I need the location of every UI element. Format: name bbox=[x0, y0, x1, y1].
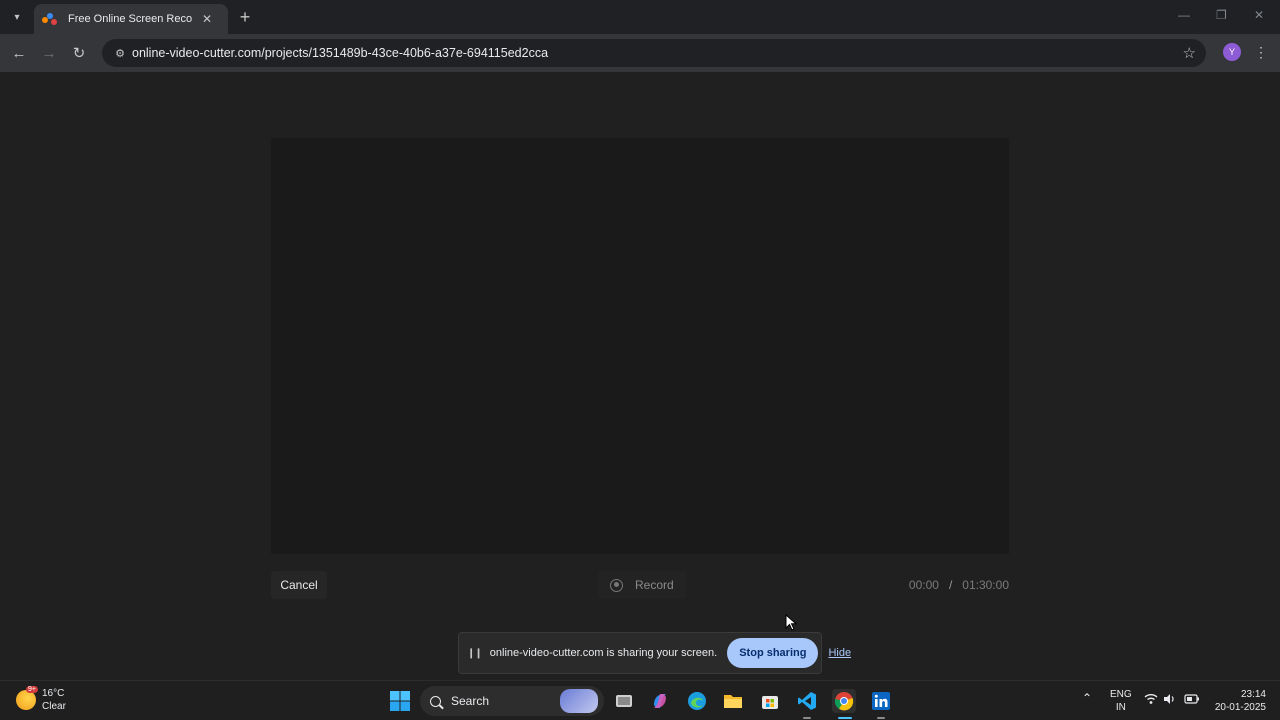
url-text: online-video-cutter.com/projects/1351489… bbox=[132, 46, 549, 60]
wifi-icon[interactable] bbox=[1144, 693, 1158, 709]
weather-widget[interactable]: 9+ 16°C Clear bbox=[16, 686, 66, 713]
search-highlight-icon bbox=[560, 689, 598, 713]
windows-start-icon[interactable] bbox=[388, 689, 412, 713]
clock-date: 20-01-2025 bbox=[1214, 702, 1266, 713]
window-close-icon[interactable]: ✕ bbox=[1254, 8, 1264, 22]
timer-separator: / bbox=[948, 578, 953, 592]
reload-icon[interactable]: ↻ bbox=[68, 42, 90, 64]
linkedin-running-indicator bbox=[877, 717, 885, 719]
linkedin-icon[interactable] bbox=[869, 689, 893, 713]
browser-tabstrip: ▾ Free Online Screen Recorder ✕ + — ❐ ✕ bbox=[0, 0, 1280, 34]
record-icon bbox=[610, 578, 623, 592]
cancel-button[interactable]: Cancel bbox=[271, 571, 327, 599]
restore-icon[interactable]: ❐ bbox=[1216, 8, 1227, 22]
chrome-icon[interactable] bbox=[832, 689, 856, 713]
site-info-icon[interactable]: ⚙ bbox=[112, 45, 128, 61]
hide-link[interactable]: Hide bbox=[828, 647, 851, 659]
screen-sharing-bar: ❙❙ online-video-cutter.com is sharing yo… bbox=[458, 632, 851, 674]
battery-icon[interactable] bbox=[1184, 693, 1200, 709]
file-explorer-icon[interactable] bbox=[721, 689, 745, 713]
clock-time: 23:14 bbox=[1240, 689, 1266, 700]
profile-avatar[interactable]: Y bbox=[1223, 43, 1241, 61]
search-icon bbox=[430, 695, 441, 707]
tab-search-menu-icon[interactable]: ▾ bbox=[6, 6, 28, 28]
vscode-running-indicator bbox=[803, 717, 811, 719]
task-view-icon[interactable] bbox=[612, 689, 636, 713]
new-tab-button[interactable]: + bbox=[234, 6, 256, 28]
chrome-active-indicator bbox=[838, 717, 852, 719]
record-label: Record bbox=[635, 578, 674, 592]
recorder-page: Cancel Record 00:00 / 01:30:00 ❙❙ online… bbox=[0, 72, 1280, 680]
notification-badge: 9+ bbox=[26, 686, 38, 693]
address-bar[interactable]: ⚙ online-video-cutter.com/projects/13514… bbox=[102, 39, 1206, 67]
temperature: 16°C bbox=[42, 688, 65, 699]
mouse-cursor-icon bbox=[785, 614, 798, 631]
browser-tab[interactable]: Free Online Screen Recorder ✕ bbox=[34, 4, 228, 34]
video-preview-area bbox=[271, 138, 1009, 554]
bookmark-star-icon[interactable]: ☆ bbox=[1183, 44, 1196, 62]
back-icon[interactable]: ← bbox=[8, 42, 30, 64]
taskbar-search[interactable]: Search bbox=[420, 686, 604, 716]
pause-icon: ❙❙ bbox=[467, 647, 483, 659]
weather-condition: Clear bbox=[42, 701, 66, 712]
recording-timer: 00:00 / 01:30:00 bbox=[909, 578, 1009, 592]
record-button[interactable]: Record bbox=[598, 571, 686, 599]
edge-icon[interactable] bbox=[685, 689, 709, 713]
tab-title: Free Online Screen Recorder bbox=[68, 13, 192, 25]
browser-toolbar: ← → ↻ ⚙ online-video-cutter.com/projects… bbox=[0, 34, 1280, 72]
tab-close-icon[interactable]: ✕ bbox=[202, 12, 212, 26]
clock[interactable]: 23:14 20-01-2025 bbox=[1208, 688, 1266, 714]
sharing-message: online-video-cutter.com is sharing your … bbox=[489, 647, 718, 659]
stop-sharing-button[interactable]: Stop sharing bbox=[727, 638, 819, 668]
weather-moon-icon: 9+ bbox=[16, 686, 38, 710]
language-indicator[interactable]: ENG IN bbox=[1110, 688, 1132, 714]
taskbar: 9+ 16°C Clear Search ⌃ ENG IN 23:14 20-0… bbox=[0, 680, 1280, 720]
store-icon[interactable] bbox=[758, 689, 782, 713]
copilot-icon[interactable] bbox=[648, 689, 672, 713]
forward-icon[interactable]: → bbox=[38, 42, 60, 64]
search-label: Search bbox=[451, 694, 490, 708]
minimize-icon[interactable]: — bbox=[1178, 8, 1190, 22]
language-primary: ENG bbox=[1110, 689, 1132, 700]
elapsed-time: 00:00 bbox=[908, 578, 939, 592]
vscode-icon[interactable] bbox=[795, 689, 819, 713]
more-menu-icon[interactable]: ⋮ bbox=[1254, 43, 1268, 61]
show-hidden-icons-icon[interactable]: ⌃ bbox=[1082, 692, 1092, 705]
language-secondary: IN bbox=[1115, 702, 1126, 713]
time-limit: 01:30:00 bbox=[962, 578, 1009, 592]
site-favicon-icon bbox=[42, 11, 58, 27]
volume-icon[interactable] bbox=[1163, 693, 1177, 709]
